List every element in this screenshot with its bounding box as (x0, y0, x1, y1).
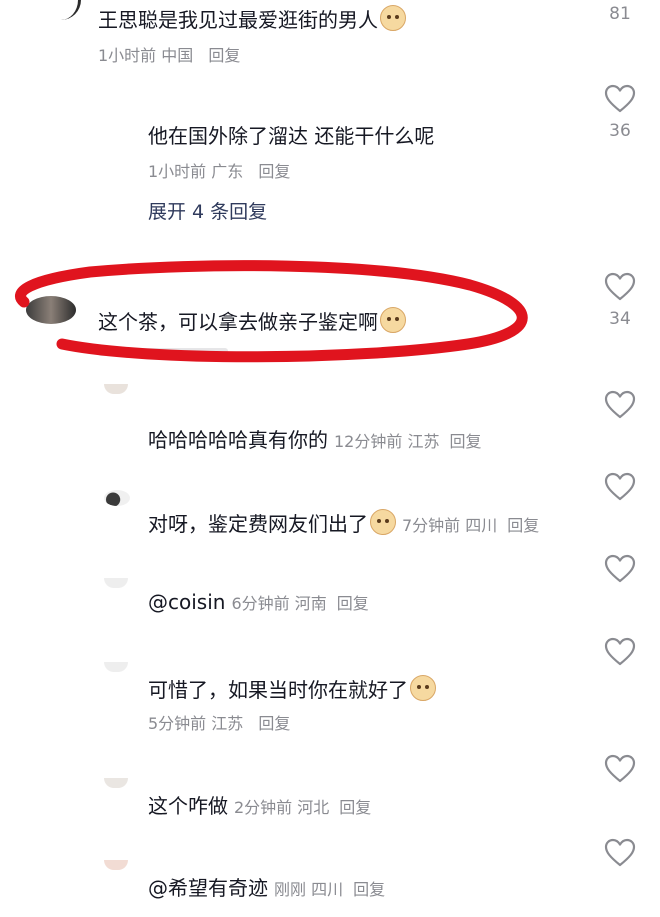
like-button[interactable] (604, 472, 636, 502)
comment-text: 这个茶，可以拿去做亲子鉴定啊 (98, 306, 406, 335)
like-button[interactable] (604, 637, 636, 667)
emoji-icon (410, 675, 436, 701)
emoji-icon (380, 5, 406, 31)
comment-text: 王思聪是我见过最爱逛街的男人 (98, 4, 406, 33)
reply-text: 对呀，鉴定费网友们出了 7分钟前 四川 回复 (148, 508, 539, 537)
reply-text: 哈哈哈哈哈真有你的 12分钟前 江苏 回复 (148, 428, 482, 452)
like-button[interactable] (604, 272, 636, 302)
like-button[interactable] (604, 390, 636, 420)
avatar[interactable] (58, 0, 81, 20)
like-button[interactable] (604, 838, 636, 868)
reply-text: 这个咋做 2分钟前 河北 回复 (148, 794, 372, 818)
heart-outline-icon (604, 84, 636, 113)
heart-outline-icon (604, 472, 636, 501)
like-count: 81 (609, 4, 631, 24)
reply-button[interactable]: 回复 (339, 798, 371, 817)
heart-outline-icon (604, 390, 636, 419)
avatar[interactable] (104, 778, 128, 788)
avatar[interactable] (26, 296, 76, 324)
reply-text: @coisin 6分钟前 河南 回复 (148, 590, 369, 614)
reply-text: @希望有奇迹 刚刚 四川 回复 (148, 876, 386, 900)
heart-outline-icon (604, 554, 636, 583)
comment-text: 他在国外除了溜达 还能干什么呢 (148, 124, 435, 148)
avatar[interactable] (104, 662, 128, 672)
heart-outline-icon (604, 838, 636, 867)
comment-meta: 1小时前 中国 回复 (98, 46, 241, 65)
avatar[interactable] (104, 578, 128, 588)
meta-obscured (98, 348, 228, 356)
heart-outline-icon (604, 637, 636, 666)
avatar[interactable] (104, 490, 130, 506)
like-button[interactable] (604, 554, 636, 584)
like-count: 36 (609, 121, 631, 141)
mention-link[interactable]: @coisin (148, 590, 225, 614)
mention-link[interactable]: @希望有奇迹 (148, 876, 268, 900)
reply-button[interactable]: 回复 (337, 594, 369, 613)
reply-button[interactable]: 回复 (258, 162, 290, 181)
expand-replies-button[interactable]: 展开 4 条回复 (148, 197, 267, 224)
comment-meta: 1小时前 广东 回复 (148, 162, 291, 181)
heart-outline-icon (604, 754, 636, 783)
reply-button[interactable]: 回复 (507, 516, 539, 535)
heart-outline-icon (604, 272, 636, 301)
emoji-icon (370, 509, 396, 535)
reply-button[interactable]: 回复 (258, 714, 290, 733)
reply-text: 可惜了，如果当时你在就好了 (148, 674, 436, 703)
reply-button[interactable]: 回复 (353, 880, 385, 899)
avatar[interactable] (104, 384, 128, 394)
reply-meta: 5分钟前 江苏 回复 (148, 714, 291, 733)
like-count: 34 (609, 309, 631, 329)
emoji-icon (380, 307, 406, 333)
avatar[interactable] (104, 860, 128, 870)
reply-button[interactable]: 回复 (449, 432, 481, 451)
like-button[interactable] (604, 84, 636, 114)
reply-button[interactable]: 回复 (208, 46, 240, 65)
like-button[interactable] (604, 754, 636, 784)
